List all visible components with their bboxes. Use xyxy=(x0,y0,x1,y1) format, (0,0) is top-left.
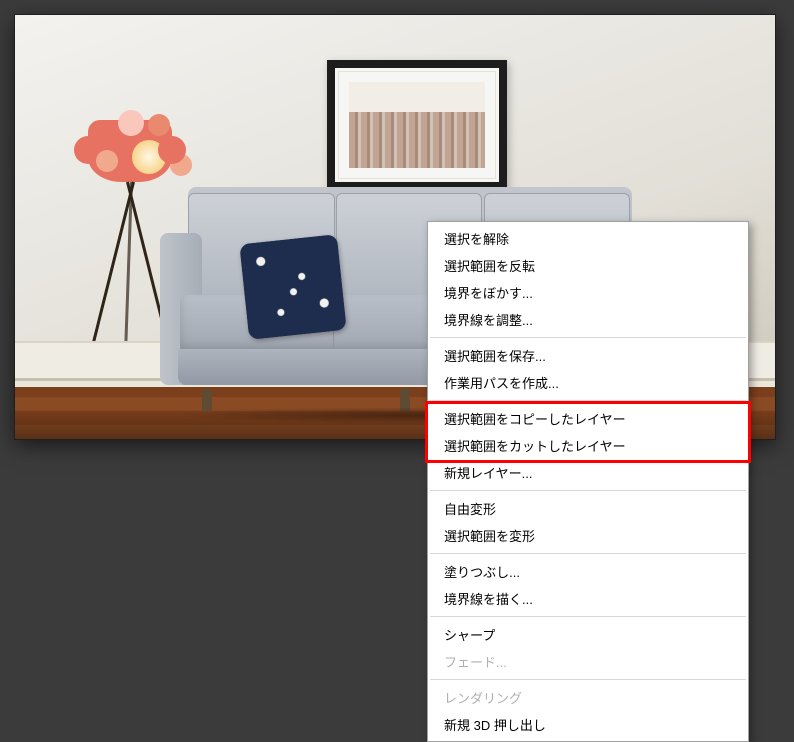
context-menu-item[interactable]: 選択範囲をコピーしたレイヤー xyxy=(428,405,748,432)
context-menu: 選択を解除選択範囲を反転境界をぼかす...境界線を調整... 選択範囲を保存...… xyxy=(427,221,749,742)
context-menu-separator xyxy=(430,337,746,338)
context-menu-item: フェード... xyxy=(428,648,748,675)
context-menu-separator xyxy=(430,679,746,680)
context-menu-item[interactable]: 選択を解除 xyxy=(428,225,748,252)
context-menu-item[interactable]: 選択範囲を保存... xyxy=(428,342,748,369)
context-menu-separator xyxy=(430,553,746,554)
throw-pillow xyxy=(239,234,346,340)
context-menu-separator xyxy=(430,400,746,401)
context-menu-item[interactable]: 選択範囲を反転 xyxy=(428,252,748,279)
context-menu-item[interactable]: 境界をぼかす... xyxy=(428,279,748,306)
context-menu-item[interactable]: 選択範囲を変形 xyxy=(428,522,748,549)
context-menu-item[interactable]: シャープ xyxy=(428,621,748,648)
context-menu-item: レンダリング xyxy=(428,684,748,711)
context-menu-separator xyxy=(430,490,746,491)
context-menu-item[interactable]: 塗りつぶし... xyxy=(428,558,748,585)
context-menu-item[interactable]: 境界線を調整... xyxy=(428,306,748,333)
context-menu-item[interactable]: 境界線を描く... xyxy=(428,585,748,612)
context-menu-separator xyxy=(430,616,746,617)
context-menu-item[interactable]: 作業用パスを作成... xyxy=(428,369,748,396)
context-menu-item[interactable]: 新規 3D 押し出し xyxy=(428,711,748,738)
context-menu-item[interactable]: 自由変形 xyxy=(428,495,748,522)
context-menu-item[interactable]: 新規レイヤー... xyxy=(428,459,748,486)
context-menu-item[interactable]: 選択範囲をカットしたレイヤー xyxy=(428,432,748,459)
wall-framed-picture xyxy=(327,60,507,190)
